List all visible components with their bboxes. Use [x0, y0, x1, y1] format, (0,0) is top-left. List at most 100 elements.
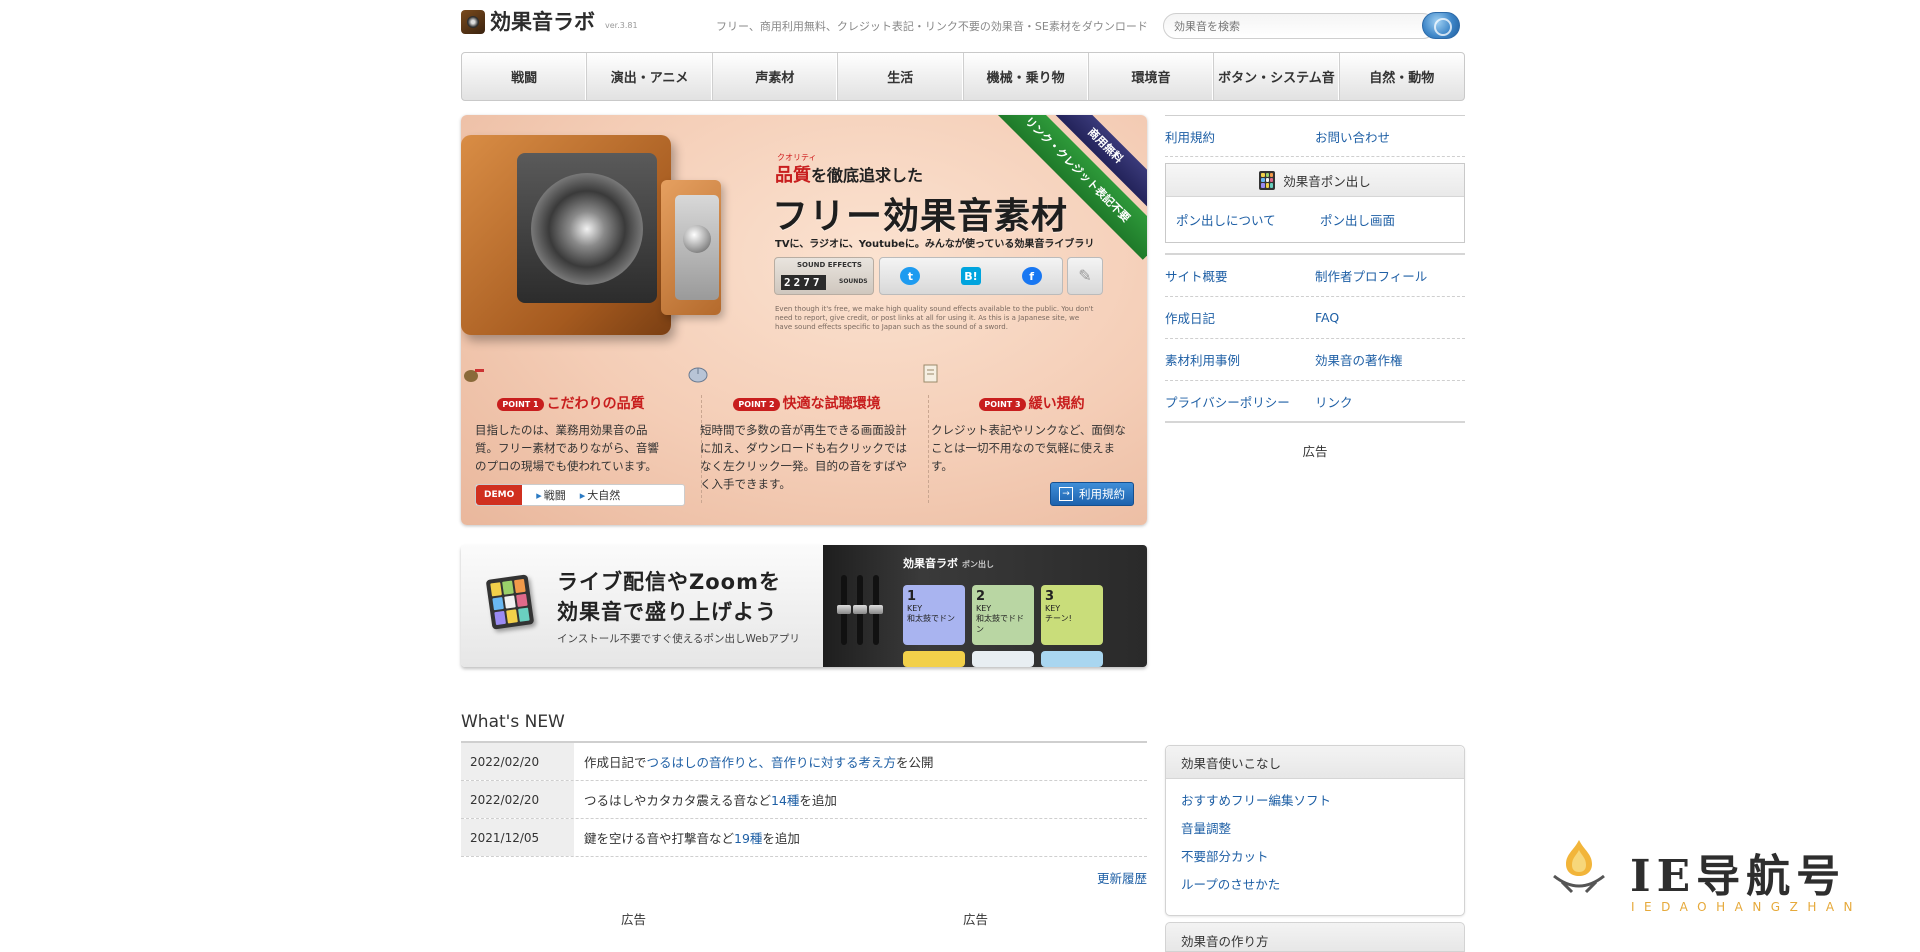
side-row: 素材利用事例 効果音の著作権: [1165, 339, 1465, 381]
side-link-group: サイト概要 制作者プロフィール 作成日記 FAQ 素材利用事例 効果音の著作権 …: [1165, 253, 1465, 423]
nav-item-machines-vehicles[interactable]: 機械・乗り物: [964, 53, 1089, 100]
side-link-usage-cases[interactable]: 素材利用事例: [1165, 350, 1315, 369]
side-row: サイト概要 制作者プロフィール: [1165, 255, 1465, 297]
panel-title-small: ポン出し: [962, 560, 994, 569]
search-globe-button[interactable]: [1422, 12, 1460, 39]
sound-pad: 1 KEY 和太鼓でドン: [903, 585, 965, 645]
point-3-title: 緩い規約: [1028, 396, 1085, 412]
point-2-desc: 短時間で多数の音が再生できる画面設計に加え、ダウンロードも右クリックではなく左ク…: [700, 423, 907, 491]
pon-title: 効果音ポン出し: [1283, 173, 1371, 189]
pad-label: チーン!: [1045, 614, 1072, 623]
nav-item-voice[interactable]: 声素材: [713, 53, 839, 100]
news-text: 作成日記で つるはしの音作りと、音作りに対する考え方 を公開: [574, 743, 1147, 780]
news-text: 鍵を空ける音や打撃音など 19種 を追加: [574, 819, 1147, 856]
pon-link-about[interactable]: ポン出しについて: [1176, 210, 1320, 229]
lotus-hands-icon: [1553, 840, 1605, 894]
news-text: つるはしやカタカタ震える音など 14種 を追加: [574, 781, 1147, 818]
live-title-line1: ライブ配信やZoomを: [557, 570, 781, 594]
side-row: プライバシーポリシー リンク: [1165, 381, 1465, 423]
site-logo[interactable]: 効果音ラボ ver.3.81: [461, 10, 638, 34]
hero-subtitle-rest: を徹底追求した: [811, 166, 924, 185]
nav-item-nature-animals[interactable]: 自然・動物: [1340, 53, 1464, 100]
pon-link-screen[interactable]: ポン出し画面: [1320, 210, 1464, 229]
ad-label-right: 広告: [963, 912, 989, 927]
side-link-faq[interactable]: FAQ: [1315, 310, 1465, 325]
point-3-desc: クレジット表記やリンクなど、面倒なことは一切不用なので気軽に使えます。: [931, 423, 1126, 473]
news-date: 2021/12/05: [461, 819, 574, 856]
counter-unit: SOUNDS: [839, 278, 868, 285]
pad-key: 1: [907, 589, 917, 604]
nav-item-life[interactable]: 生活: [838, 53, 964, 100]
pon-title-link[interactable]: 効果音ポン出し: [1166, 164, 1464, 197]
hero-banner: リンク・クレジット表記不要 商用無料 クオリティ 品質を徹底追求した フリー効果…: [461, 115, 1147, 525]
tips-list: おすすめフリー編集ソフト 音量調整 不要部分カット ループのさせかた: [1166, 779, 1464, 907]
arrow-right-icon: →: [1059, 487, 1073, 501]
pad-key-label: KEY: [976, 604, 992, 613]
side-link-diary[interactable]: 作成日記: [1165, 308, 1315, 327]
panel-title-main: 効果音ラボ: [903, 557, 958, 570]
hero-title: フリー効果音素材: [772, 196, 1069, 237]
demo-link-battle[interactable]: 戦闘: [536, 487, 566, 503]
news-link[interactable]: つるはしの音作りと、音作りに対する考え方: [647, 752, 897, 771]
point-3-tag: POINT 3: [979, 397, 1026, 411]
fader-slider: [869, 575, 883, 645]
pad-label: 和太鼓でドン: [907, 614, 955, 623]
how-to-make-box: 効果音の作り方: [1165, 922, 1465, 952]
version-label: ver.3.81: [605, 21, 638, 30]
tips-link-volume[interactable]: 音量調整: [1181, 815, 1449, 843]
side-link-privacy[interactable]: プライバシーポリシー: [1165, 392, 1315, 411]
panel-title: 効果音ラボ ポン出し: [903, 555, 994, 571]
hero-english-note: Even though it's free, we make high qual…: [775, 305, 1094, 331]
search-input[interactable]: [1163, 13, 1436, 39]
pad-key: 3: [1045, 589, 1055, 604]
nav-item-effects-anime[interactable]: 演出・アニメ: [587, 53, 713, 100]
feather-pen-icon[interactable]: ✎: [1067, 257, 1103, 295]
nav-item-button-system[interactable]: ボタン・システム音: [1214, 53, 1340, 100]
news-post: を追加: [762, 831, 800, 846]
sound-counter: SOUND EFFECTS 2277 SOUNDS: [774, 257, 874, 295]
news-link[interactable]: 19種: [734, 828, 762, 847]
speaker-logo-icon: [461, 10, 485, 34]
pad-grid-icon: [1259, 170, 1276, 190]
facebook-icon[interactable]: f: [1021, 267, 1042, 285]
update-history-link[interactable]: 更新履歴: [461, 868, 1147, 887]
sound-pad: [903, 651, 965, 667]
whats-new-table: 2022/02/20 作成日記で つるはしの音作りと、音作りに対する考え方 を公開 …: [461, 741, 1147, 857]
live-stream-banner[interactable]: ライブ配信やZoomを 効果音で盛り上げよう インストール不要ですぐ使えるポン出し…: [461, 545, 1147, 667]
side-link-terms[interactable]: 利用規約: [1165, 127, 1315, 146]
sound-pad: [1041, 651, 1103, 667]
side-link-links[interactable]: リンク: [1315, 392, 1465, 411]
watermark-text: IE导航号: [1630, 851, 1847, 902]
tips-link-cut[interactable]: 不要部分カット: [1181, 843, 1449, 871]
nav-item-environment[interactable]: 環境音: [1089, 53, 1215, 100]
nav-item-battle[interactable]: 戦闘: [462, 53, 588, 100]
pad-label: 和太鼓でドドン: [976, 614, 1024, 634]
news-row: 2021/12/05 鍵を空ける音や打撃音など 19種 を追加: [461, 819, 1147, 857]
side-ad-label: 広告: [1302, 444, 1328, 459]
demo-bar: DEMO 戦闘 大自然: [475, 484, 685, 506]
side-link-overview[interactable]: サイト概要: [1165, 266, 1315, 285]
pad-key-label: KEY: [1045, 604, 1061, 613]
trumpet-icon: [464, 369, 484, 382]
side-link-contact[interactable]: お問い合わせ: [1315, 127, 1465, 146]
demo-link-nature[interactable]: 大自然: [580, 487, 620, 503]
news-date: 2022/02/20: [461, 743, 574, 780]
side-link-profile[interactable]: 制作者プロフィール: [1315, 266, 1465, 285]
terms-button[interactable]: → 利用規約: [1050, 482, 1134, 506]
point-2-tag: POINT 2: [733, 397, 780, 411]
news-row: 2022/02/20 作成日記で つるはしの音作りと、音作りに対する考え方 を公開: [461, 743, 1147, 781]
side-link-copyright[interactable]: 効果音の著作権: [1315, 350, 1465, 369]
news-link[interactable]: 14種: [771, 790, 799, 809]
tips-link-free-editor[interactable]: おすすめフリー編集ソフト: [1181, 787, 1449, 815]
mouse-icon: [688, 367, 708, 383]
twitter-icon[interactable]: t: [900, 267, 921, 285]
pon-links: ポン出しについて ポン出し画面: [1166, 197, 1464, 242]
tips-link-loop[interactable]: ループのさせかた: [1181, 871, 1449, 899]
hatena-bookmark-icon[interactable]: B!: [960, 267, 981, 285]
news-post: を追加: [799, 793, 837, 808]
live-banner-title: ライブ配信やZoomを 効果音で盛り上げよう: [557, 567, 781, 627]
point-3: POINT 3 緩い規約 クレジット表記やリンクなど、面倒なことは一切不用なので気…: [917, 363, 1147, 475]
page-wrapper: 効果音ラボ ver.3.81 フリー、商用利用無料、クレジット表記・リンク不要の…: [461, 0, 1465, 952]
pad-grid-icon: [485, 574, 535, 630]
news-post: を公開: [896, 755, 934, 770]
